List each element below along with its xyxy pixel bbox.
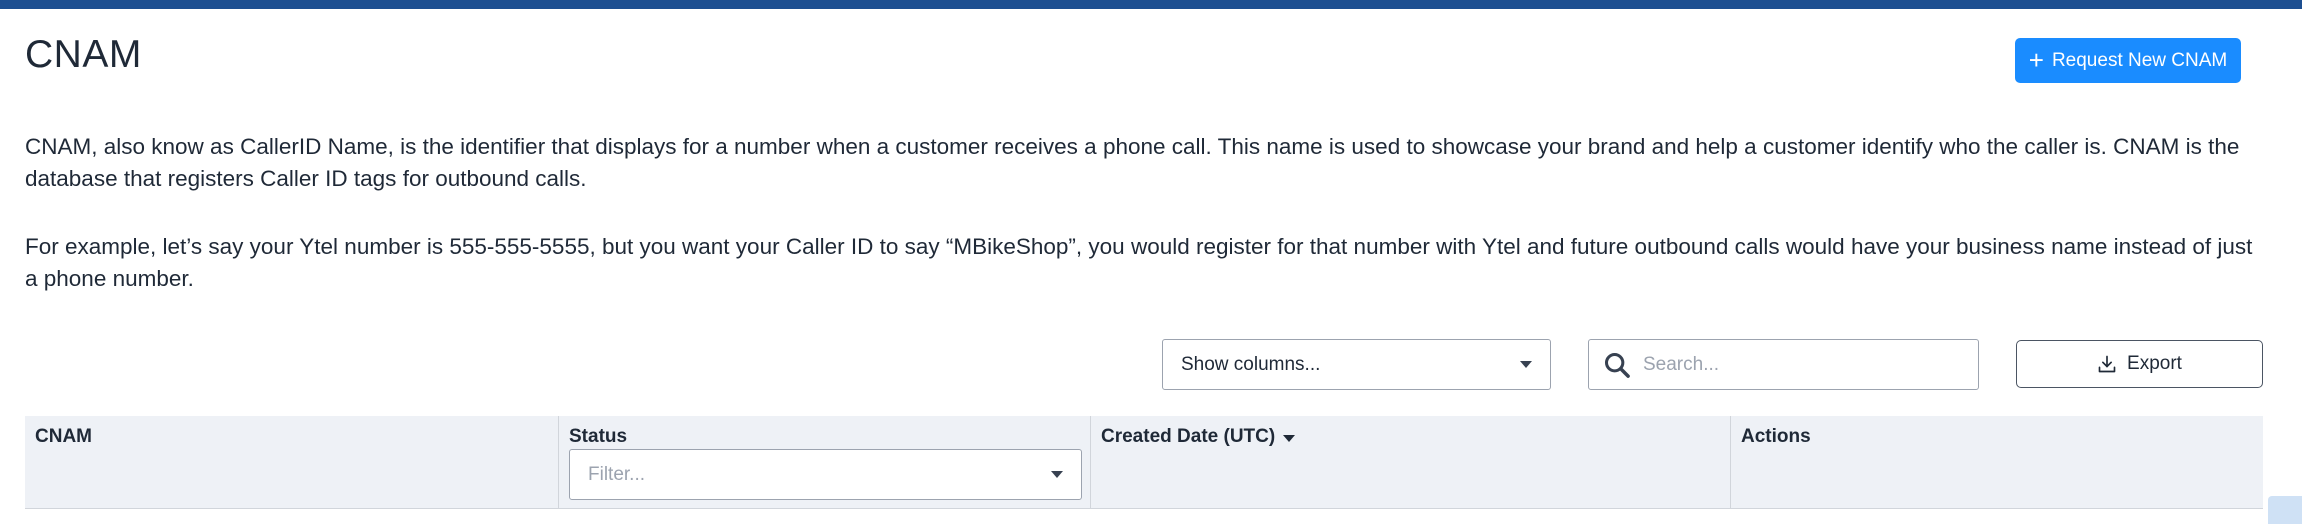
column-header-created-date-label: Created Date (UTC) — [1101, 426, 1276, 447]
chevron-down-icon — [1520, 361, 1532, 368]
column-header-created-date[interactable]: Created Date (UTC) — [1090, 416, 1730, 508]
column-header-actions-label: Actions — [1741, 426, 1811, 447]
search-input[interactable] — [1641, 352, 1964, 377]
request-new-cnam-button[interactable]: + Request New CNAM — [2015, 38, 2241, 83]
column-header-cnam-label: CNAM — [35, 426, 92, 447]
column-header-status: Status Filter... — [558, 416, 1090, 508]
column-header-actions: Actions — [1730, 416, 2263, 508]
search-box[interactable] — [1588, 339, 1979, 390]
export-button[interactable]: Export — [2016, 340, 2263, 388]
page-title: CNAM — [25, 33, 142, 76]
feedback-tab[interactable] — [2268, 496, 2302, 524]
description-paragraph-1: CNAM, also know as CallerID Name, is the… — [25, 134, 2240, 191]
search-icon — [1604, 352, 1630, 378]
status-filter-placeholder: Filter... — [588, 463, 646, 485]
plus-icon: + — [2028, 44, 2044, 75]
status-filter-select[interactable]: Filter... — [569, 449, 1082, 500]
column-header-cnam: CNAM — [25, 416, 558, 508]
request-new-cnam-label: Request New CNAM — [2051, 49, 2228, 71]
column-header-status-label: Status — [569, 426, 628, 447]
export-label: Export — [2127, 353, 2182, 374]
show-columns-label: Show columns... — [1181, 353, 1321, 375]
show-columns-select[interactable]: Show columns... — [1162, 339, 1551, 390]
table-header: CNAM Status Filter... Created Date (UTC)… — [25, 416, 2263, 509]
top-accent-bar — [0, 0, 2302, 9]
chevron-down-icon — [1051, 471, 1063, 478]
description-paragraph-2: For example, let’s say your Ytel number … — [25, 234, 2253, 291]
download-icon — [2098, 355, 2116, 373]
sort-desc-icon[interactable] — [1283, 435, 1296, 442]
